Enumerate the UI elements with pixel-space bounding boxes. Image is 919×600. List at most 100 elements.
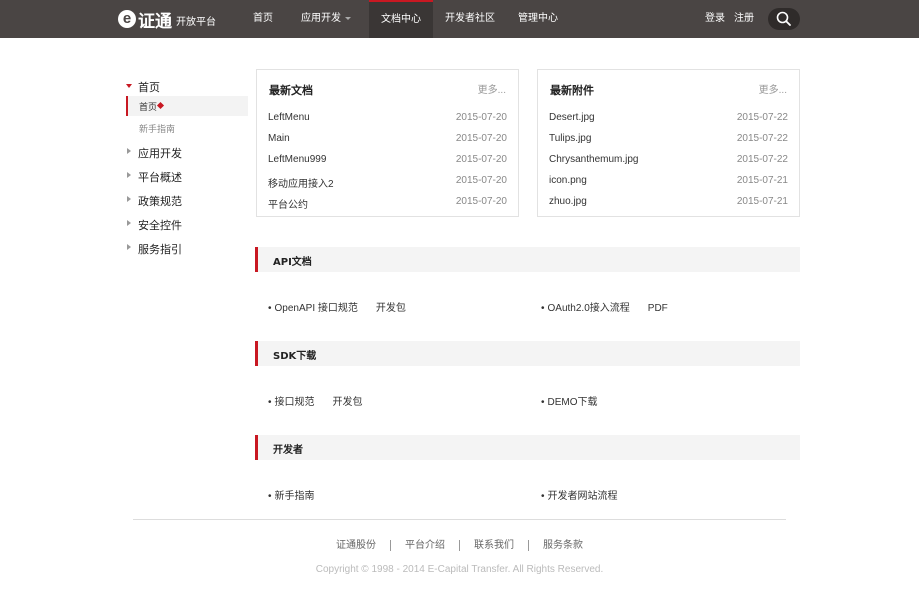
demo-download-link[interactable]: DEMO下载 (548, 397, 598, 408)
sdk-package-link[interactable]: 开发包 (333, 397, 363, 408)
nav-docs-center[interactable]: 文档中心 (369, 0, 433, 38)
sidebar-item-app-dev[interactable]: 应用开发 (138, 145, 182, 161)
nav-admin-center[interactable]: 管理中心 (506, 0, 570, 38)
sidebar-item-overview[interactable]: 平台概述 (138, 169, 182, 185)
attachment-name: Tulips.jpg (549, 133, 592, 144)
caret-right-icon (127, 172, 131, 178)
section-header-sdk: SDK下载 (255, 341, 800, 366)
section-link-group: • OAuth2.0接入流程 PDF (541, 299, 668, 314)
sdk-package-link[interactable]: 开发包 (376, 303, 406, 314)
section-header-api: API文档 (255, 247, 800, 272)
nav-app-dev-label: 应用开发 (301, 13, 341, 24)
sidebar-item-home[interactable]: 首页 (138, 79, 160, 95)
sidebar-subitem-guide[interactable]: 新手指南 (139, 122, 175, 135)
pdf-link[interactable]: PDF (648, 303, 668, 314)
openapi-spec-link[interactable]: OpenAPI 接口规范 (275, 303, 358, 314)
register-link[interactable]: 注册 (734, 0, 754, 38)
nav-app-dev[interactable]: 应用开发 (289, 0, 363, 38)
top-nav-bar: e 证通 开放平台 首页 应用开发 文档中心 开发者社区 管理中心 登录 注册 (0, 0, 919, 38)
doc-name: LeftMenu999 (268, 154, 327, 165)
doc-date: 2015-07-20 (455, 133, 507, 144)
latest-docs-more-link[interactable]: 更多... (478, 81, 506, 96)
sidebar-item-security[interactable]: 安全控件 (138, 217, 182, 233)
latest-docs-title: 最新文档 (269, 85, 313, 97)
list-item[interactable]: LeftMenu999 2015-07-20 (268, 154, 507, 170)
caret-right-icon (127, 244, 131, 250)
chevron-down-icon (345, 16, 351, 20)
footer-divider (133, 519, 786, 520)
nav-dev-community-label: 开发者社区 (445, 13, 495, 24)
list-item[interactable]: zhuo.jpg 2015-07-21 (549, 196, 788, 212)
search-button[interactable] (768, 8, 800, 30)
list-item[interactable]: Chrysanthemum.jpg 2015-07-22 (549, 154, 788, 170)
attachment-name: Desert.jpg (549, 112, 595, 123)
caret-right-icon (127, 196, 131, 202)
list-item[interactable]: 移动应用接入2 2015-07-20 (268, 175, 507, 191)
section-link-group: • 开发者网站流程 (541, 487, 618, 502)
section-header-developer: 开发者 (255, 435, 800, 460)
login-link[interactable]: 登录 (705, 0, 725, 38)
brand-logo[interactable]: e 证通 开放平台 (118, 9, 216, 32)
nav-admin-center-label: 管理中心 (518, 13, 558, 24)
doc-name: LeftMenu (268, 112, 310, 123)
caret-down-icon (126, 84, 132, 88)
nav-dev-community[interactable]: 开发者社区 (433, 0, 507, 38)
footer-link-terms[interactable]: 服务条款 (543, 540, 583, 551)
oauth-flow-link[interactable]: OAuth2.0接入流程 (548, 303, 630, 314)
attachment-date: 2015-07-21 (736, 196, 788, 207)
sidebar-subitem-home-label: 首页 (139, 102, 158, 112)
footer-link-contact[interactable]: 联系我们 (474, 540, 514, 551)
doc-name: Main (268, 133, 290, 144)
latest-attachments-title: 最新附件 (550, 85, 594, 97)
footer-link-company[interactable]: 证通股份 (336, 540, 376, 551)
footer-separator (459, 539, 460, 551)
footer-links: 证通股份 平台介绍 联系我们 服务条款 (0, 536, 919, 551)
nav-home[interactable]: 首页 (241, 0, 285, 38)
attachment-name: Chrysanthemum.jpg (549, 154, 639, 165)
doc-date: 2015-07-20 (455, 196, 507, 207)
latest-docs-panel: 最新文档 更多... LeftMenu 2015-07-20 Main 2015-0… (256, 69, 519, 217)
doc-date: 2015-07-20 (455, 112, 507, 123)
brand-name: 证通 (138, 11, 172, 32)
attachment-name: zhuo.jpg (549, 196, 587, 207)
sidebar-item-policy[interactable]: 政策规范 (138, 193, 182, 209)
section-link-group: • DEMO下载 (541, 393, 598, 408)
sidebar-item-service[interactable]: 服务指引 (138, 241, 182, 257)
section-title-api: API文档 (273, 257, 312, 268)
sidebar-subitem-home[interactable]: 首页 (126, 96, 248, 116)
bullet: • (268, 303, 272, 314)
search-icon (776, 11, 791, 26)
list-item[interactable]: icon.png 2015-07-21 (549, 175, 788, 191)
latest-attachments-panel: 最新附件 更多... Desert.jpg 2015-07-22 Tulips.j… (537, 69, 800, 217)
list-item[interactable]: Desert.jpg 2015-07-22 (549, 112, 788, 128)
caret-right-icon (127, 220, 131, 226)
section-link-group: • 接口规范 开发包 (268, 393, 363, 408)
attachment-name: icon.png (549, 175, 587, 186)
list-item[interactable]: Tulips.jpg 2015-07-22 (549, 133, 788, 149)
section-title-developer: 开发者 (273, 445, 303, 456)
developer-site-flow-link[interactable]: 开发者网站流程 (548, 491, 618, 502)
list-item[interactable]: LeftMenu 2015-07-20 (268, 112, 507, 128)
doc-name: 移动应用接入2 (268, 179, 334, 190)
attachment-date: 2015-07-21 (736, 175, 788, 186)
doc-name: 平台公约 (268, 200, 308, 211)
section-title-sdk: SDK下载 (273, 351, 317, 362)
bullet: • (268, 397, 272, 408)
caret-right-icon (127, 148, 131, 154)
copyright-text: Copyright © 1998 - 2014 E-Capital Transf… (315, 564, 604, 575)
footer-link-platform-intro[interactable]: 平台介绍 (405, 540, 445, 551)
interface-spec-link[interactable]: 接口规范 (275, 397, 315, 408)
footer-separator (390, 539, 391, 551)
bullet: • (541, 491, 545, 502)
list-item[interactable]: Main 2015-07-20 (268, 133, 507, 149)
bullet: • (541, 397, 545, 408)
bullet: • (268, 491, 272, 502)
bullet: • (541, 303, 545, 314)
latest-attachments-more-link[interactable]: 更多... (759, 81, 787, 96)
section-link-group: • OpenAPI 接口规范 开发包 (268, 299, 406, 314)
attachment-date: 2015-07-22 (736, 154, 788, 165)
section-link-group: • 新手指南 (268, 487, 315, 502)
nav-home-label: 首页 (253, 13, 273, 24)
list-item[interactable]: 平台公约 2015-07-20 (268, 196, 507, 212)
beginner-guide-link[interactable]: 新手指南 (275, 491, 315, 502)
